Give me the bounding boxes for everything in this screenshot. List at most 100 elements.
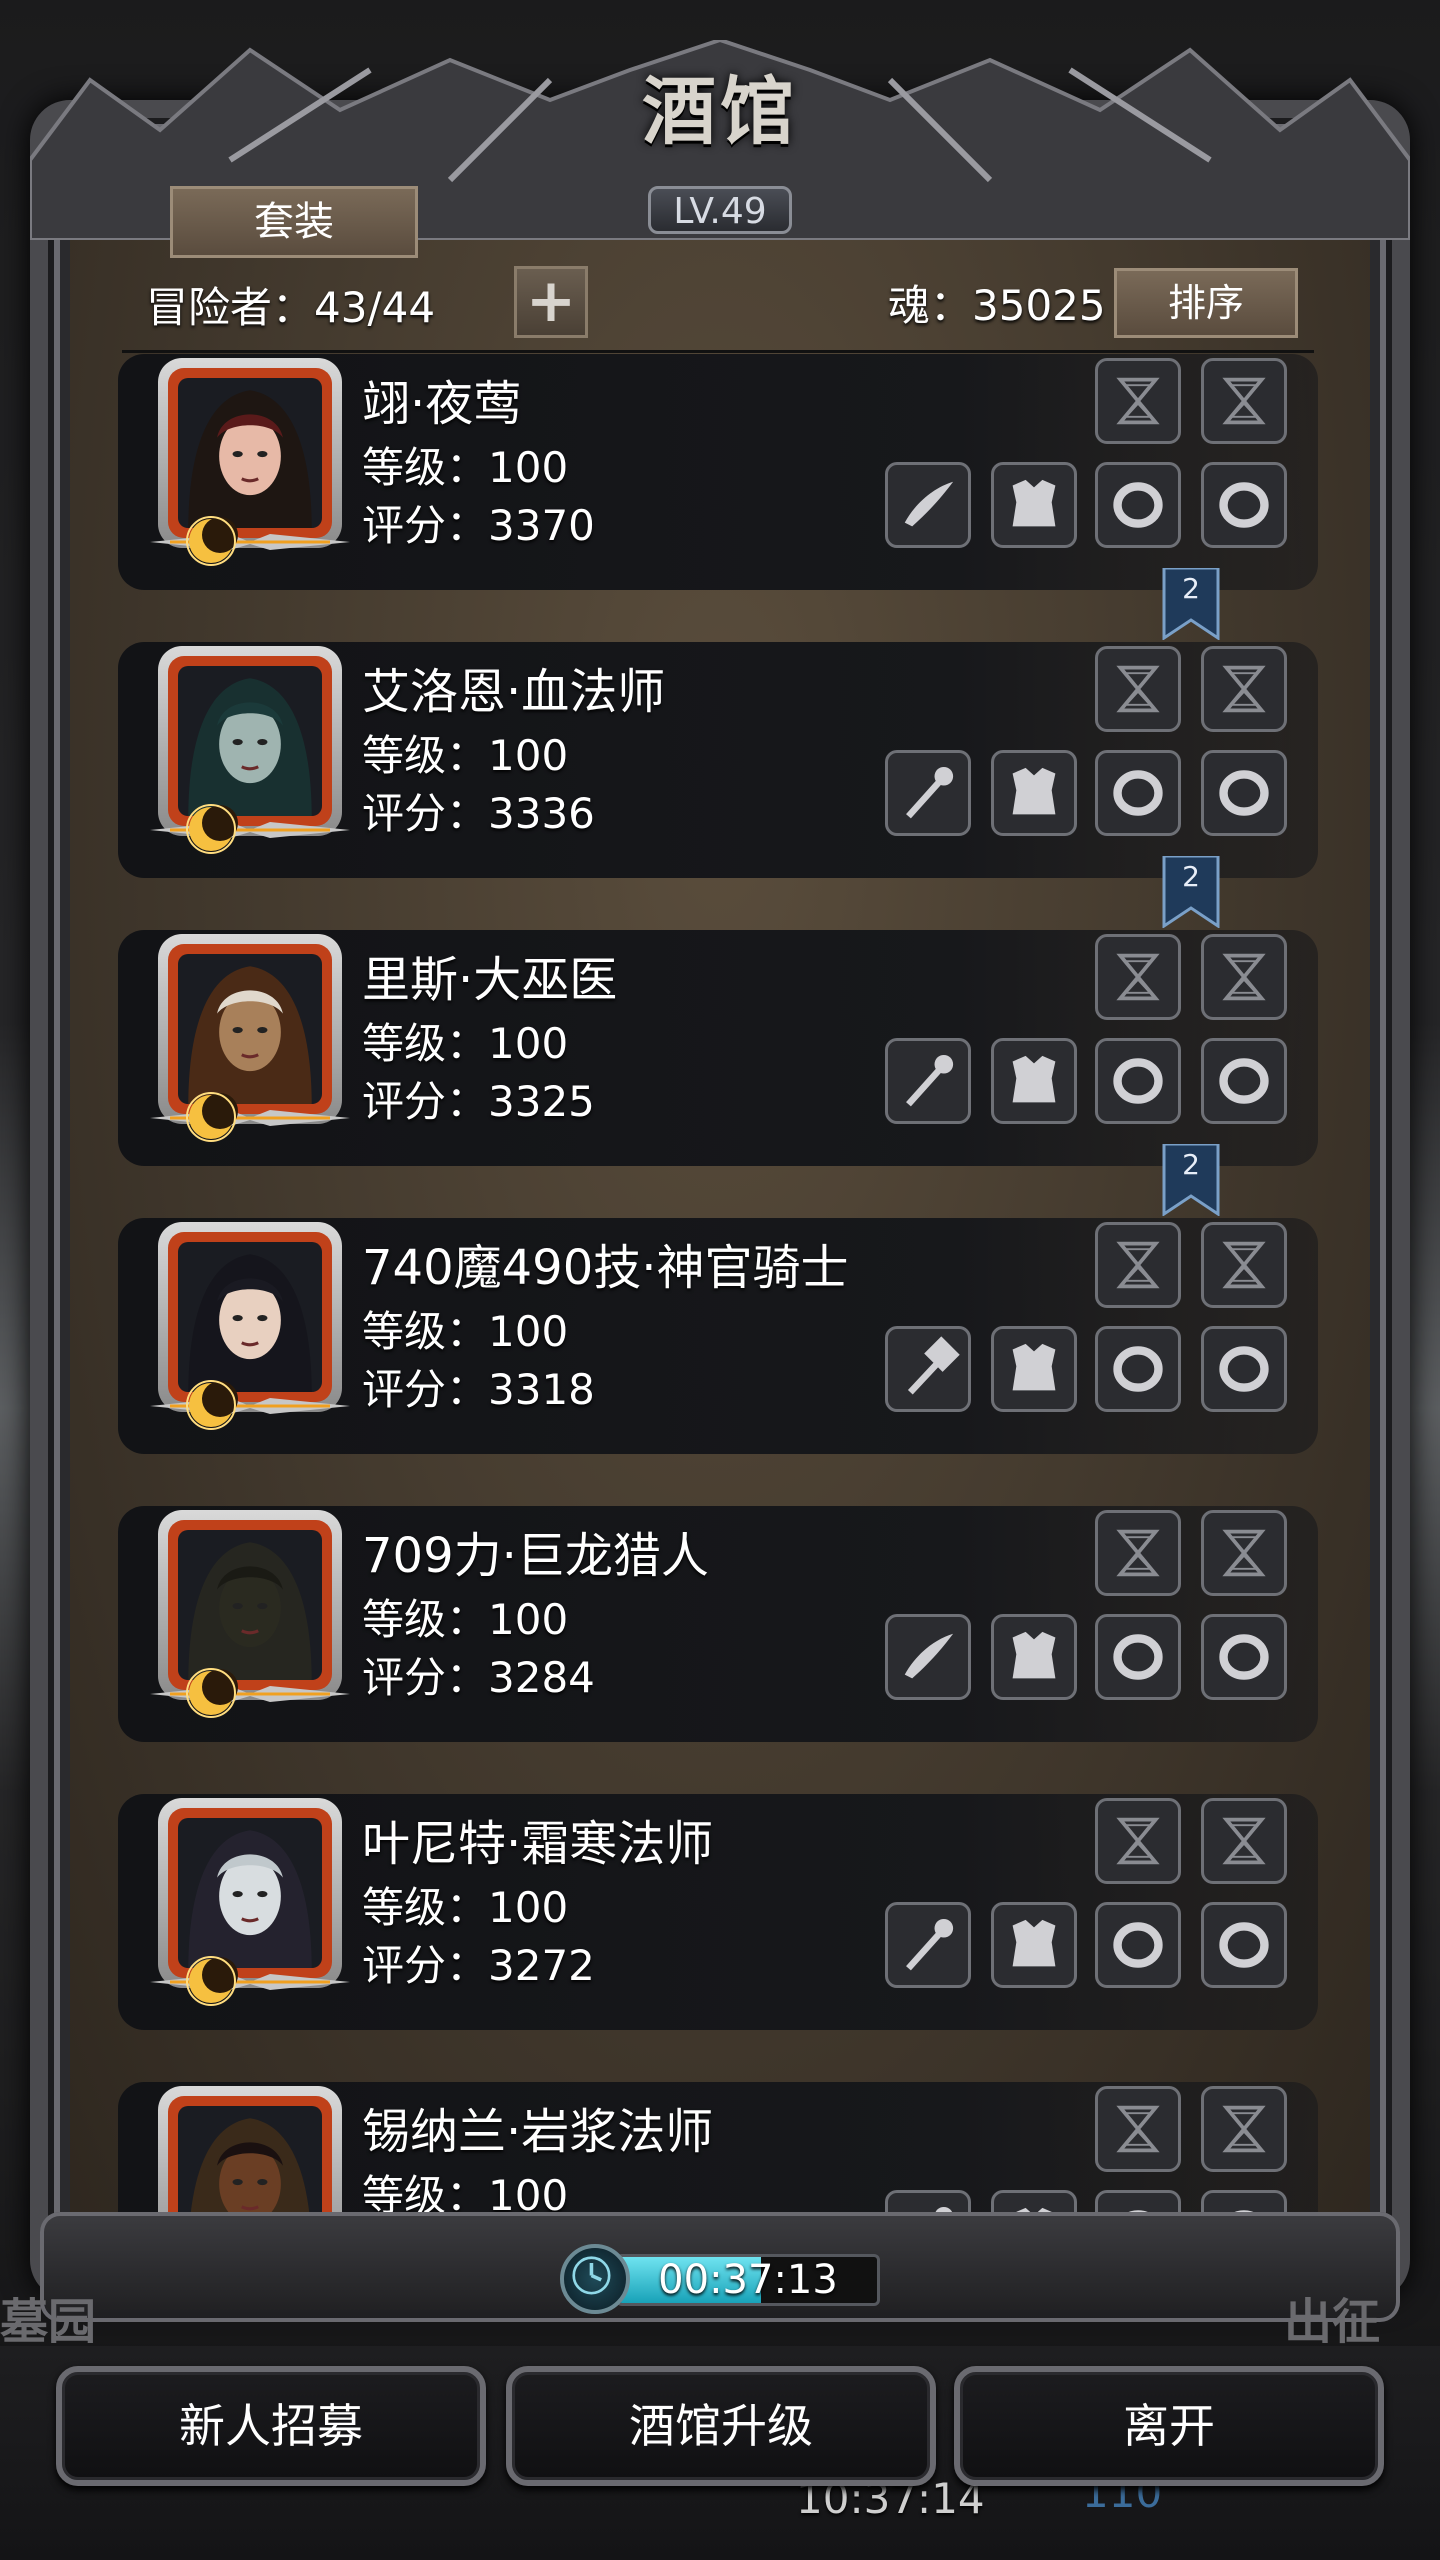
- set-bonus-flag-icon: 2: [1162, 566, 1220, 641]
- ring-slot-icon[interactable]: [1201, 750, 1287, 836]
- rune-slot-hourglass-icon[interactable]: [1095, 2086, 1181, 2172]
- hero-card[interactable]: 里斯·大巫医等级：100 评分：3325: [118, 930, 1318, 1166]
- hero-score: 评分：3272: [362, 1941, 595, 1990]
- ring-slot-icon[interactable]: [1201, 462, 1287, 548]
- weapon-slot-staff-icon[interactable]: [885, 750, 971, 836]
- hero-avatar: [178, 1530, 322, 1680]
- hero-portrait[interactable]: [158, 2086, 342, 2214]
- portrait-frame: [168, 944, 332, 1114]
- ring-slot-icon[interactable]: [1095, 462, 1181, 548]
- portrait-frame: [168, 368, 332, 538]
- hero-card[interactable]: 叶尼特·霜寒法师 等级：100 评分：3272: [118, 1794, 1318, 2030]
- hero-card[interactable]: 艾洛恩·血法师 等级：100 评分：3336: [118, 642, 1318, 878]
- ring-slot-icon[interactable]: [1095, 1326, 1181, 1412]
- hero-card[interactable]: 锡纳兰·岩浆法师 等级：100: [118, 2082, 1318, 2214]
- ring-slot-icon[interactable]: [1095, 1614, 1181, 1700]
- adventurer-count: 冒险者：43/44: [146, 283, 436, 332]
- rune-slot-hourglass-icon[interactable]: [1201, 646, 1287, 732]
- hero-score: 评分：3325: [362, 1077, 595, 1126]
- rune-slot-hourglass-icon[interactable]: [1095, 934, 1181, 1020]
- moon-icon: [186, 1956, 238, 2006]
- hero-name: 翊·夜莺: [362, 376, 522, 432]
- portrait-frame: [168, 1808, 332, 1978]
- armor-slot-icon[interactable]: [991, 462, 1077, 548]
- page-title: 酒馆: [642, 69, 798, 155]
- ring-slot-icon[interactable]: [1201, 1038, 1287, 1124]
- header-divider: [122, 350, 1314, 353]
- hero-card[interactable]: 翊·夜莺等级：100 评分：3370: [118, 354, 1318, 590]
- hero-level: 等级：100: [362, 1595, 569, 1644]
- set-bonus-flag-icon: 2: [1162, 854, 1220, 929]
- leave-button[interactable]: 离开: [954, 2366, 1384, 2486]
- hero-avatar: [178, 1818, 322, 1968]
- hero-level: 等级：100: [362, 731, 569, 780]
- recruit-button[interactable]: 新人招募: [56, 2366, 486, 2486]
- hero-avatar: [178, 1242, 322, 1392]
- set-button[interactable]: 套装: [170, 186, 418, 258]
- weapon-slot-blade-icon[interactable]: [885, 462, 971, 548]
- ring-slot-icon[interactable]: [1201, 1902, 1287, 1988]
- hero-list[interactable]: 翊·夜莺 等级：100 评分：3370 2 艾洛恩·血法师 等级：100 评分：3336 2 里…: [118, 354, 1318, 2214]
- weapon-slot-staff-icon[interactable]: [885, 1902, 971, 1988]
- set-bonus-count: 2: [1182, 1148, 1200, 1181]
- weapon-slot-blade-icon[interactable]: [885, 1614, 971, 1700]
- rune-slot-hourglass-icon[interactable]: [1201, 1798, 1287, 1884]
- ring-slot-icon[interactable]: [1201, 1614, 1287, 1700]
- ring-slot-icon[interactable]: [1201, 2190, 1287, 2214]
- hero-card[interactable]: 709力·巨龙猎人 等级：100 评分：3284: [118, 1506, 1318, 1742]
- expedition-label: 出征: [1284, 2294, 1381, 2350]
- hero-name: 740魔490技·神官骑士: [362, 1240, 849, 1296]
- hero-avatar: [178, 954, 322, 1104]
- armor-slot-icon[interactable]: [991, 750, 1077, 836]
- rune-slot-hourglass-icon[interactable]: [1201, 2086, 1287, 2172]
- rune-slot-hourglass-icon[interactable]: [1095, 1798, 1181, 1884]
- armor-slot-icon[interactable]: [991, 1326, 1077, 1412]
- rune-slot-hourglass-icon[interactable]: [1201, 1510, 1287, 1596]
- weapon-slot-staff-icon[interactable]: [885, 1038, 971, 1124]
- rune-slot-hourglass-icon[interactable]: [1095, 1510, 1181, 1596]
- ring-slot-icon[interactable]: [1095, 2190, 1181, 2214]
- rune-slot-hourglass-icon[interactable]: [1201, 1222, 1287, 1308]
- hero-avatar: [178, 2106, 322, 2214]
- rune-slot-hourglass-icon[interactable]: [1095, 646, 1181, 732]
- hero-level: 等级：100: [362, 1883, 569, 1932]
- hero-score: 评分：3370: [362, 501, 595, 550]
- armor-slot-icon[interactable]: [991, 1614, 1077, 1700]
- armor-slot-icon[interactable]: [991, 1038, 1077, 1124]
- ring-slot-icon[interactable]: [1095, 750, 1181, 836]
- ring-slot-icon[interactable]: [1095, 1038, 1181, 1124]
- moon-icon: [186, 1092, 238, 1142]
- portrait-frame: [168, 1520, 332, 1690]
- portrait-wings-ornament: [150, 822, 350, 838]
- rune-slot-hourglass-icon[interactable]: [1201, 358, 1287, 444]
- hero-name: 709力·巨龙猎人: [362, 1528, 709, 1584]
- timer-bar: 00:37:13: [616, 2254, 880, 2306]
- hero-level: 等级：100: [362, 443, 569, 492]
- portrait-wings-ornament: [150, 1398, 350, 1414]
- timer-text: 00:37:13: [658, 2257, 838, 2303]
- sort-button[interactable]: 排序: [1114, 268, 1298, 338]
- soul-count: 魂：35025: [888, 281, 1106, 330]
- portrait-wings-ornament: [150, 1110, 350, 1126]
- rune-slot-hourglass-icon[interactable]: [1095, 1222, 1181, 1308]
- armor-slot-icon[interactable]: [991, 2190, 1077, 2214]
- weapon-slot-hammer-icon[interactable]: [885, 1326, 971, 1412]
- armor-slot-icon[interactable]: [991, 1902, 1077, 1988]
- upgrade-tavern-button[interactable]: 酒馆升级: [506, 2366, 936, 2486]
- portrait-frame: [168, 656, 332, 826]
- hero-level: 等级：100: [362, 1019, 569, 1068]
- rune-slot-hourglass-icon[interactable]: [1201, 934, 1287, 1020]
- ring-slot-icon[interactable]: [1201, 1326, 1287, 1412]
- set-bonus-flag-icon: 2: [1162, 1142, 1220, 1217]
- hero-card[interactable]: 740魔490技·神官骑士 等级：100 评分：3318: [118, 1218, 1318, 1454]
- rune-slot-hourglass-icon[interactable]: [1095, 358, 1181, 444]
- hero-name: 里斯·大巫医: [362, 952, 618, 1008]
- set-bonus-count: 2: [1182, 860, 1200, 893]
- weapon-slot-staff-icon[interactable]: [885, 2190, 971, 2214]
- portrait-frame: [168, 1232, 332, 1402]
- set-bonus-count: 2: [1182, 572, 1200, 605]
- ring-slot-icon[interactable]: [1095, 1902, 1181, 1988]
- hero-score: 评分：3336: [362, 789, 595, 838]
- portrait-frame: [168, 2096, 332, 2214]
- add-slot-button[interactable]: +: [514, 266, 588, 338]
